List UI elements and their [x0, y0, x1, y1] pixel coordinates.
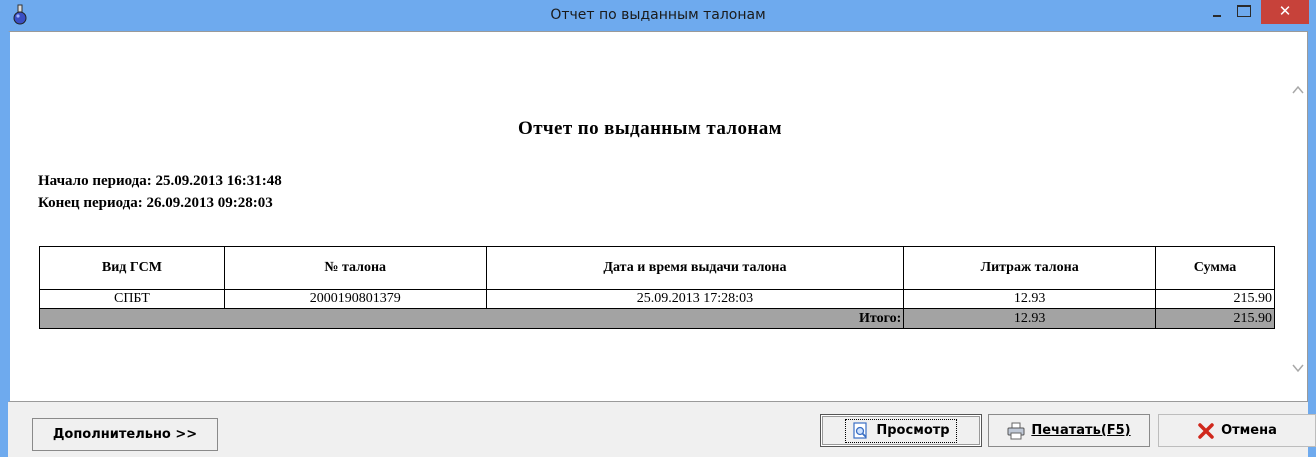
column-header-fuel: Вид ГСМ	[39, 246, 225, 290]
minimize-icon[interactable]	[1204, 0, 1230, 24]
total-label: Итого:	[38, 308, 905, 329]
preview-button[interactable]: Просмотр	[820, 414, 982, 447]
magnifier-page-icon	[853, 421, 868, 439]
cancel-button[interactable]: Отмена	[1158, 414, 1316, 447]
print-button-label: Печатать(F5)	[1031, 423, 1131, 438]
column-header-datetime: Дата и время выдачи талона	[485, 246, 905, 290]
total-liters: 12.93	[903, 308, 1157, 329]
total-row: Итого: 12.93 215.90	[38, 308, 1275, 329]
report-page: Отчет по выданным талонам Начало периода…	[10, 32, 1290, 401]
table-header-row: Вид ГСМ № талона Дата и время выдачи тал…	[39, 246, 1275, 290]
cell-sum: 215.90	[1155, 289, 1275, 309]
window-title: Отчет по выданным талонам	[550, 7, 766, 23]
preview-button-focus: Просмотр	[845, 418, 957, 443]
report-title: Отчет по выданным талонам	[518, 118, 782, 139]
column-header-liters: Литраж талона	[903, 246, 1157, 290]
maximize-icon[interactable]	[1230, 0, 1257, 24]
more-button[interactable]: Дополнительно >>	[32, 418, 218, 451]
title-bar[interactable]: Отчет по выданным талонам ✕	[0, 0, 1316, 31]
report-window: Отчет по выданным талонам ✕ Отчет по выд…	[0, 0, 1316, 457]
printer-icon	[1007, 422, 1025, 439]
tickets-table: Вид ГСМ № талона Дата и время выдачи тал…	[38, 246, 1275, 329]
cell-fuel: СПБТ	[39, 289, 225, 309]
close-icon[interactable]: ✕	[1261, 0, 1309, 24]
column-header-sum: Сумма	[1155, 246, 1275, 290]
cell-liters: 12.93	[903, 289, 1157, 309]
print-button[interactable]: Печатать(F5)	[988, 414, 1150, 447]
more-button-label: Дополнительно >>	[52, 427, 198, 442]
vertical-scrollbar[interactable]	[1289, 32, 1307, 401]
column-header-ticket: № талона	[223, 246, 487, 290]
report-content: Отчет по выданным талонам Начало периода…	[8, 31, 1308, 402]
cell-datetime: 25.09.2013 17:28:03	[485, 289, 905, 309]
preview-button-label: Просмотр	[876, 423, 950, 438]
table-row: СПБТ 2000190801379 25.09.2013 17:28:03 1…	[39, 289, 1275, 309]
button-bar: Дополнительно >> Просмотр Печатать(F5) О…	[8, 402, 1316, 457]
cancel-x-icon	[1198, 422, 1214, 439]
period-start: Начало периода: 25.09.2013 16:31:48	[38, 173, 282, 189]
period-end: Конец периода: 26.09.2013 09:28:03	[38, 195, 273, 211]
cancel-button-label: Отмена	[1221, 423, 1277, 438]
scroll-up-icon[interactable]	[1292, 84, 1304, 96]
total-sum: 215.90	[1155, 308, 1275, 329]
cell-ticket: 2000190801379	[223, 289, 487, 309]
scroll-down-icon[interactable]	[1292, 362, 1304, 374]
